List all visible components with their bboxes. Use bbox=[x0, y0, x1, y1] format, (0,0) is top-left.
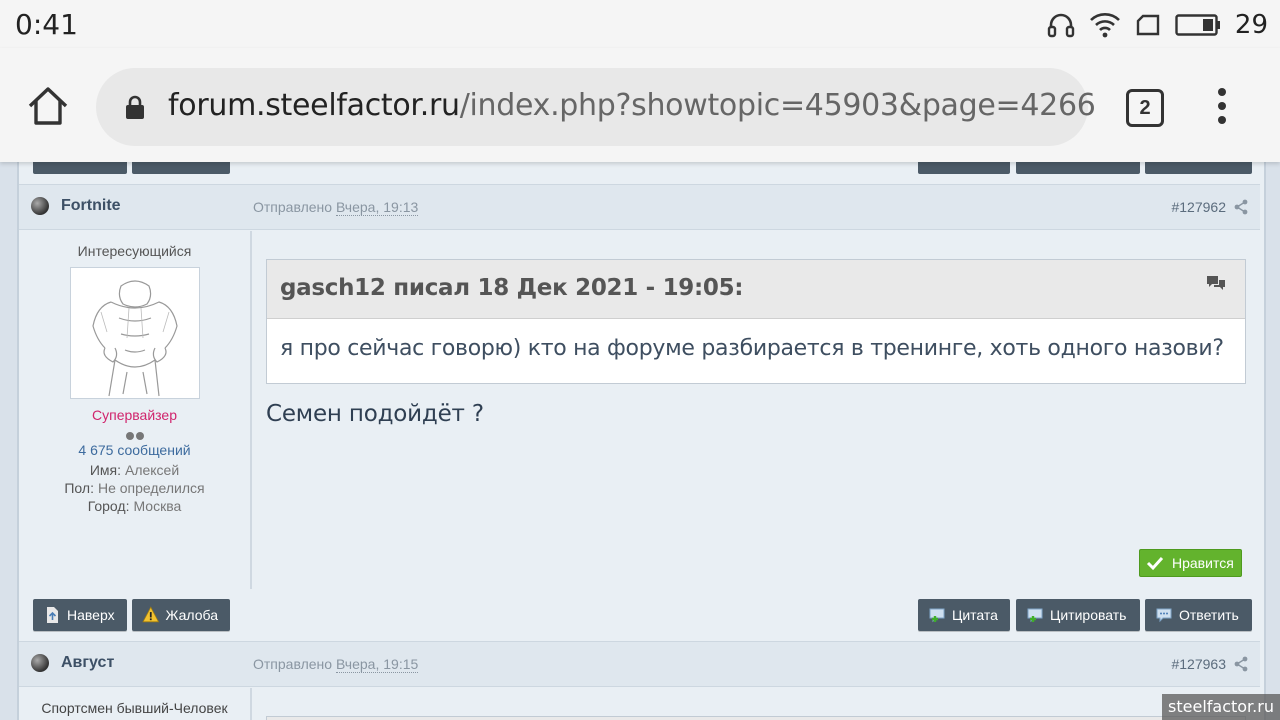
quote-block bbox=[266, 716, 1246, 720]
author-panel: Интересующийся Супервайзер 4 675 сообщен… bbox=[19, 231, 252, 589]
headphones-icon bbox=[1047, 13, 1075, 38]
lock-icon bbox=[126, 95, 144, 119]
battery-icon bbox=[1175, 14, 1220, 36]
post-date: Отправлено Вчера, 19:13 bbox=[253, 199, 419, 216]
browser-toolbar: forum.steelfactor.ru/index.php?showtopic… bbox=[0, 48, 1280, 162]
report-button-clipped[interactable] bbox=[132, 162, 230, 174]
reply-button[interactable]: Ответить bbox=[1145, 599, 1252, 631]
avatar-sketch-image bbox=[91, 280, 178, 397]
user-title: Спортсмен бывший-Человек bbox=[41, 700, 228, 716]
sim-icon bbox=[1136, 14, 1160, 36]
rank-pips bbox=[19, 427, 250, 440]
reply-button-clipped[interactable] bbox=[1145, 162, 1252, 174]
report-button[interactable]: Жалоба bbox=[132, 599, 230, 631]
speech-bubble-icon bbox=[1156, 608, 1172, 623]
post-text: Семен подойдёт ? bbox=[266, 401, 484, 427]
url-text[interactable]: forum.steelfactor.ru/index.php?showtopic… bbox=[168, 88, 1096, 123]
status-icons: 29 bbox=[1047, 10, 1268, 40]
quote-add-icon bbox=[1027, 608, 1043, 623]
post-author[interactable]: Август bbox=[61, 654, 114, 672]
quote-add-icon bbox=[929, 608, 945, 623]
user-name-row: Имя: Алексей bbox=[89, 462, 180, 478]
warning-icon bbox=[142, 606, 160, 623]
quote-header: gasch12 писал 18 Дек 2021 - 19:05: bbox=[267, 260, 1245, 319]
speech-bubbles-icon[interactable] bbox=[1205, 274, 1227, 292]
url-domain: forum.steelfactor.ru bbox=[168, 88, 460, 123]
watermark: steelfactor.ru bbox=[1162, 694, 1280, 720]
quote-text: я про сейчас говорю) кто на форуме разби… bbox=[280, 336, 1224, 361]
post-header: Август Отправлено Вчера, 19:15 #127963 bbox=[19, 641, 1260, 687]
top-button-clipped[interactable] bbox=[33, 162, 127, 174]
share-icon[interactable] bbox=[1234, 199, 1248, 215]
post-number-link[interactable]: #127963 bbox=[1171, 656, 1226, 672]
offline-status-icon bbox=[31, 654, 49, 672]
post-author[interactable]: Fortnite bbox=[61, 197, 121, 215]
post-date: Отправлено Вчера, 19:15 bbox=[253, 656, 419, 673]
share-icon[interactable] bbox=[1234, 656, 1248, 672]
multiquote-button[interactable]: Цитата bbox=[918, 599, 1010, 631]
user-group: Супервайзер bbox=[92, 407, 177, 423]
status-bar: 0:41 29 bbox=[0, 0, 1280, 48]
user-city-row: Город: Москва bbox=[87, 498, 182, 514]
tab-switcher-button[interactable]: 2 bbox=[1126, 89, 1164, 127]
wifi-icon bbox=[1089, 13, 1120, 38]
user-title: Интересующийся bbox=[77, 243, 192, 259]
avatar[interactable] bbox=[69, 267, 200, 399]
post-header: Fortnite Отправлено Вчера, 19:13 #127962 bbox=[19, 184, 1260, 230]
quote-citation: gasch12 писал 18 Дек 2021 - 19:05: bbox=[280, 275, 744, 301]
post-number-link[interactable]: #127962 bbox=[1171, 199, 1226, 215]
quote-button-clipped[interactable] bbox=[1016, 162, 1140, 174]
multiquote-button-clipped[interactable] bbox=[918, 162, 1010, 174]
address-bar[interactable]: forum.steelfactor.ru/index.php?showtopic… bbox=[96, 68, 1096, 146]
top-button[interactable]: Наверх bbox=[33, 599, 127, 631]
forum-content: Fortnite Отправлено Вчера, 19:13 #127962… bbox=[0, 162, 1280, 720]
author-panel: Спортсмен бывший-Человек bbox=[19, 688, 252, 720]
checkmark-icon bbox=[1146, 556, 1164, 571]
battery-percent: 29 bbox=[1234, 10, 1268, 40]
quote-button[interactable]: Цитировать bbox=[1016, 599, 1140, 631]
url-path: /index.php?showtopic=45903&page=4266 bbox=[459, 88, 1096, 123]
post-body: gasch12 писал 18 Дек 2021 - 19:05: я про… bbox=[252, 231, 1260, 589]
like-button[interactable]: Нравится bbox=[1139, 549, 1242, 577]
home-icon[interactable] bbox=[26, 84, 70, 128]
user-gender-row: Пол: Не определился bbox=[64, 480, 205, 496]
quote-block: gasch12 писал 18 Дек 2021 - 19:05: я про… bbox=[266, 259, 1246, 384]
arrow-up-doc-icon bbox=[47, 607, 58, 623]
posts-count-link[interactable]: 4 675 сообщений bbox=[19, 442, 250, 458]
status-time: 0:41 bbox=[15, 8, 78, 41]
offline-status-icon bbox=[31, 197, 49, 215]
overflow-menu-icon[interactable] bbox=[1216, 88, 1228, 128]
